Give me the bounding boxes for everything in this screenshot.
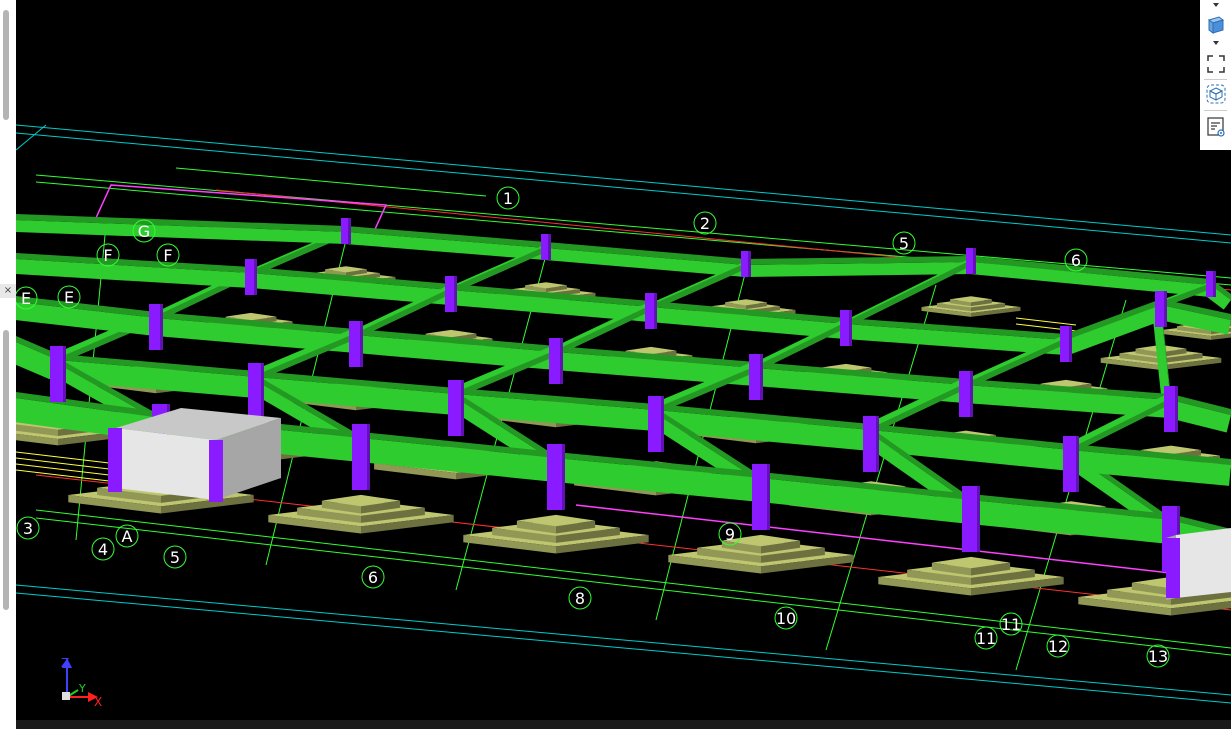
axis-triad: Z Y X (61, 656, 102, 709)
grid-label-bottom: 11 (976, 629, 996, 648)
grid-label-left: F (163, 246, 172, 265)
grid-label-bottom: 8 (575, 589, 585, 608)
column-shade (63, 346, 66, 402)
wall-box-right (1166, 528, 1231, 600)
grid-label-bottom: 12 (1048, 637, 1068, 656)
left-scrollbar-thumb[interactable] (3, 10, 9, 120)
grid-label-top: 5 (899, 234, 909, 253)
column-shade (548, 234, 551, 260)
axis-y-label: Y (78, 682, 86, 695)
layer-settings-icon[interactable] (1202, 114, 1229, 140)
chevron-down-icon[interactable] (1202, 0, 1229, 10)
column-shade (348, 218, 351, 244)
grid-label-bottom: A (122, 527, 133, 546)
grid-label-bottom: 3 (23, 519, 33, 538)
column-shade (454, 276, 457, 312)
grid-label-left: F (103, 246, 112, 265)
grid-label-bottom: 5 (170, 548, 180, 567)
column-shade (560, 338, 563, 384)
status-strip (16, 720, 1231, 729)
column-shade (360, 321, 363, 367)
grid-label-top: 6 (1071, 251, 1081, 270)
column-shade (661, 396, 664, 452)
grid-label-footing: 9 (725, 525, 735, 544)
grid-label-left: E (64, 288, 74, 307)
chevron-down-icon[interactable] (1202, 38, 1229, 48)
column-shade (261, 363, 264, 419)
column-shade (760, 354, 763, 400)
3d-viewport[interactable]: 1 2 5 6 G F F E E 3 4 A 5 6 8 10 11 11 12 13 9 Z Y X (16, 0, 1231, 720)
column-shade (1076, 436, 1079, 492)
column-shade (876, 416, 879, 472)
structure-model[interactable]: 1256GF FE E34A56810111112139 Z Y X (16, 0, 1231, 720)
column-shade (1175, 386, 1178, 432)
fit-view-icon[interactable] (1202, 52, 1229, 76)
column-shade (160, 304, 163, 350)
grid-label-top: 2 (700, 214, 710, 233)
axis-z-label: Z (61, 656, 69, 670)
orbit-icon[interactable] (1202, 82, 1229, 106)
grid-label-bottom: 13 (1148, 647, 1168, 666)
axis-x-label: X (94, 695, 102, 709)
column-shade (977, 486, 980, 552)
grid-label-bottom: 4 (98, 540, 108, 559)
column-shade (367, 424, 370, 490)
column-shade (970, 371, 973, 417)
column-shade (1069, 326, 1072, 362)
column-shade (849, 310, 852, 346)
grid-label-bottom: 10 (776, 609, 796, 628)
column-shade (562, 444, 565, 510)
column-shade (461, 380, 464, 436)
grid-label-left: E (21, 289, 31, 308)
grid-label-bottom: 6 (368, 568, 378, 587)
column-shade (767, 464, 770, 530)
column-shade (254, 259, 257, 295)
column-shade (1213, 271, 1216, 297)
left-scrollbar-thumb-lower[interactable] (3, 330, 9, 610)
column-shade (1164, 291, 1167, 327)
column-shade (973, 248, 976, 274)
view-toolbar (1200, 0, 1231, 150)
column-shade (654, 293, 657, 329)
column-shade (748, 251, 751, 277)
grid-label-top: 1 (503, 189, 513, 208)
grid-label-left: G (138, 222, 150, 241)
panel-close-tab[interactable]: × (0, 284, 16, 298)
view-cube-icon[interactable] (1202, 12, 1229, 36)
grid-label-bottom: 11 (1001, 615, 1021, 634)
left-panel-strip (0, 0, 16, 729)
